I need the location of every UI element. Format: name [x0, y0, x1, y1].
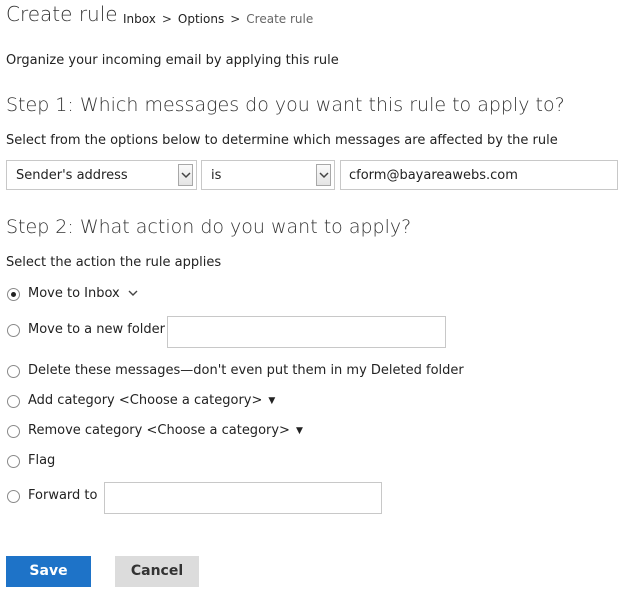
action-label: Move to a new folder: [28, 322, 166, 337]
radio-button[interactable]: [7, 425, 20, 438]
condition-operator-value: is: [211, 168, 222, 183]
breadcrumb-inbox[interactable]: Inbox: [123, 12, 156, 26]
intro-text: Organize your incoming email by applying…: [6, 53, 339, 68]
step2-subtitle: Select the action the rule applies: [6, 255, 222, 270]
breadcrumb-separator: >: [161, 12, 172, 26]
breadcrumb-separator: >: [230, 12, 241, 26]
save-button[interactable]: Save: [6, 556, 91, 587]
radio-button[interactable]: [7, 288, 20, 301]
breadcrumb: Inbox > Options > Create rule: [123, 12, 313, 26]
breadcrumb-create-rule: Create rule: [246, 12, 314, 26]
chevron-down-icon: [316, 164, 331, 186]
action-label: Flag: [28, 453, 56, 468]
step2-heading: Step 2: What action do you want to apply…: [6, 216, 412, 238]
category-picker[interactable]: <Choose a category>: [119, 393, 262, 408]
new-folder-input[interactable]: [167, 316, 446, 348]
condition-operator-select[interactable]: is: [201, 160, 335, 190]
caret-down-icon[interactable]: ▼: [268, 396, 275, 406]
action-label: Remove category: [28, 423, 143, 438]
radio-button[interactable]: [7, 490, 20, 503]
category-picker[interactable]: <Choose a category>: [146, 423, 289, 438]
forward-to-input[interactable]: [104, 482, 382, 514]
condition-value-input[interactable]: [340, 160, 618, 190]
radio-button[interactable]: [7, 365, 20, 378]
action-label: Move to Inbox: [28, 286, 120, 301]
condition-field-select[interactable]: Sender's address: [6, 160, 197, 190]
condition-field-value: Sender's address: [16, 168, 128, 183]
radio-button[interactable]: [7, 455, 20, 468]
action-label: Delete these messages—don't even put the…: [28, 363, 464, 378]
step1-heading: Step 1: Which messages do you want this …: [6, 94, 565, 116]
radio-button[interactable]: [7, 324, 20, 337]
action-label: Forward to: [28, 488, 98, 503]
radio-button[interactable]: [7, 395, 20, 408]
step1-subtitle: Select from the options below to determi…: [6, 133, 558, 148]
action-label: Add category: [28, 393, 115, 408]
caret-down-icon[interactable]: ▼: [296, 426, 303, 436]
chevron-down-icon: [178, 164, 193, 186]
page-title: Create rule: [6, 2, 118, 26]
chevron-down-icon[interactable]: [128, 286, 138, 301]
cancel-button[interactable]: Cancel: [115, 556, 199, 587]
breadcrumb-options[interactable]: Options: [178, 12, 224, 26]
